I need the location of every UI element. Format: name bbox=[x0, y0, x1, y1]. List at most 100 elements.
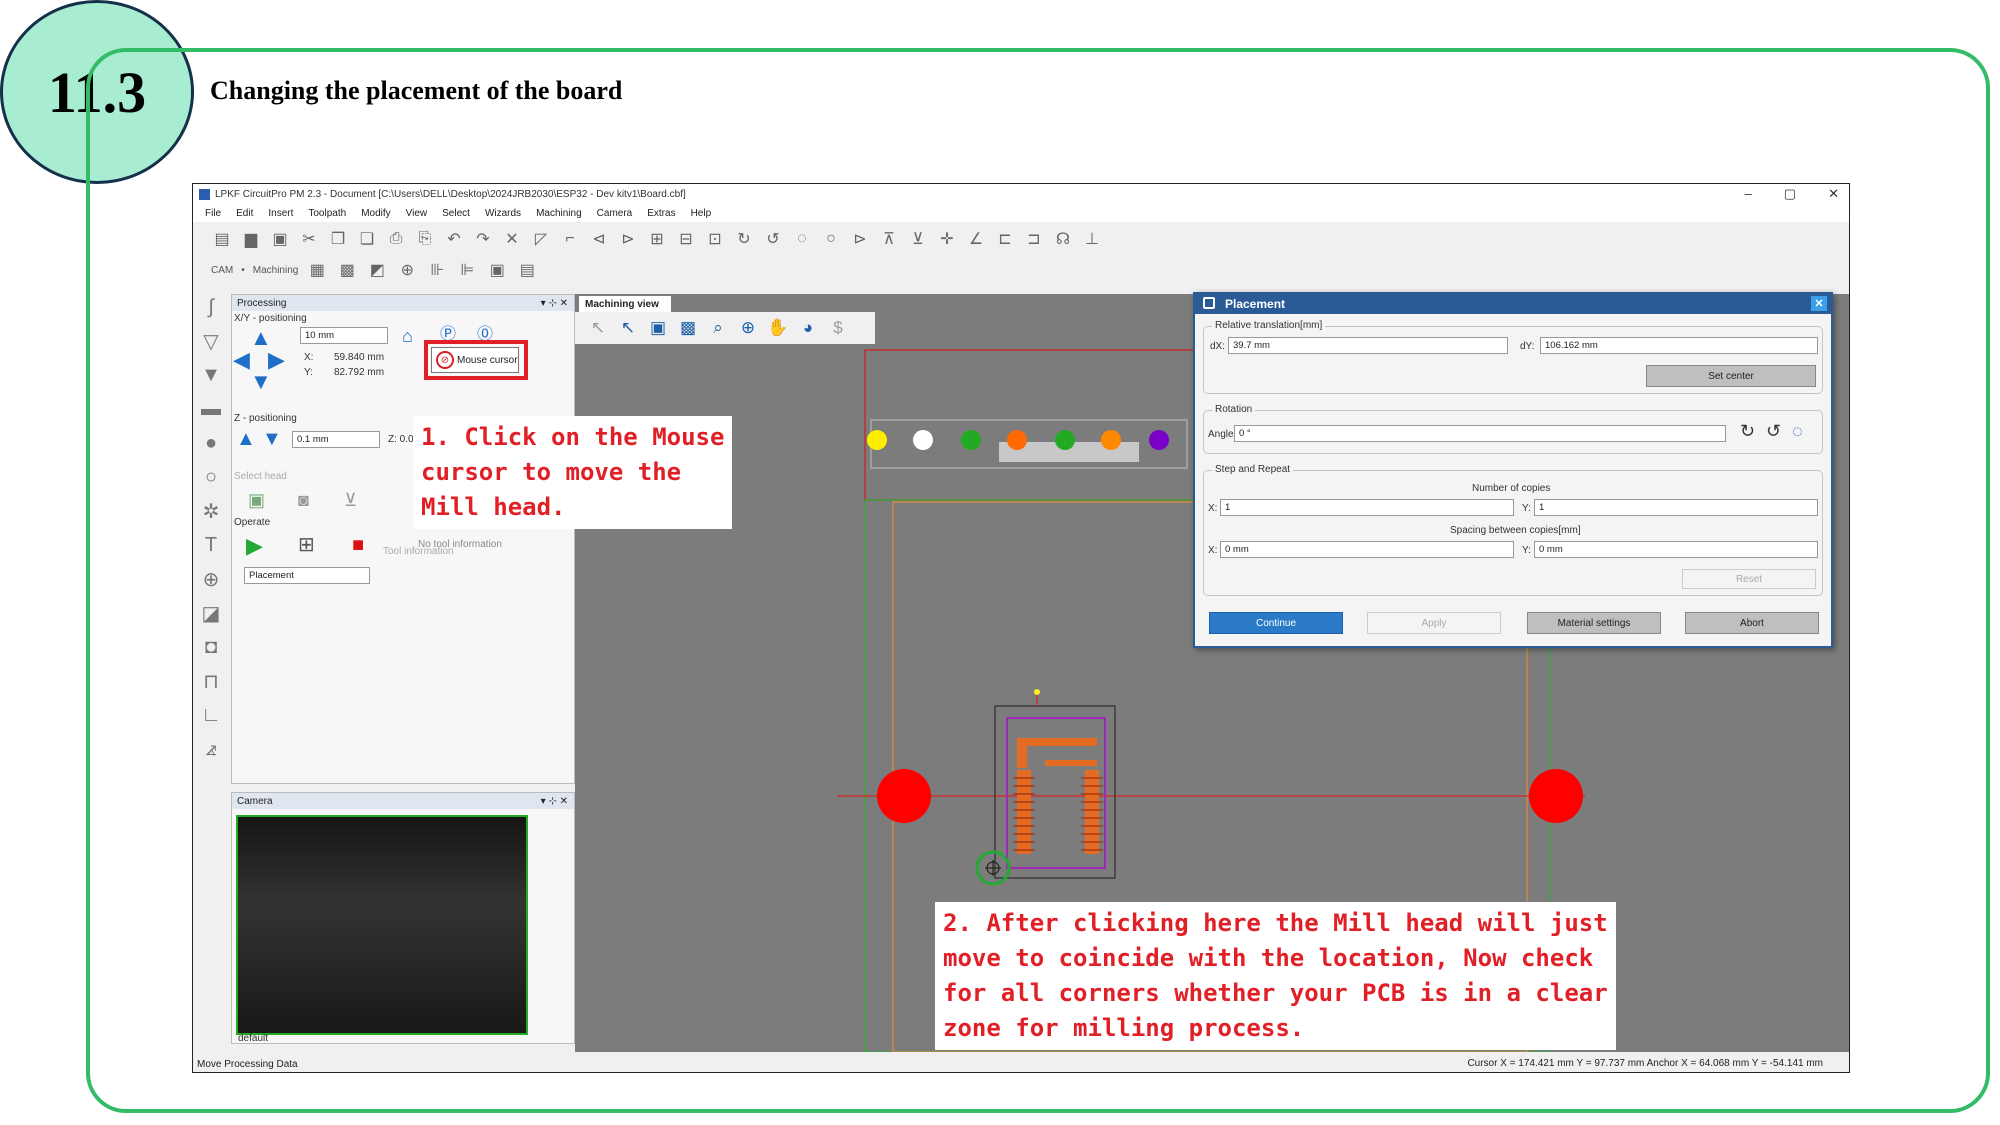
rotate-180-button-icon[interactable]: ◌ bbox=[1792, 421, 1803, 442]
rectangle-tool-icon[interactable]: ▬ bbox=[198, 396, 224, 422]
redo-icon[interactable]: ↷ bbox=[472, 229, 494, 249]
z-step-input[interactable]: 0.1 mm bbox=[292, 431, 380, 448]
reset-button[interactable]: Reset bbox=[1682, 569, 1816, 589]
delete-icon[interactable]: ✕ bbox=[501, 229, 523, 249]
group-icon[interactable]: ⊡ bbox=[704, 229, 726, 249]
menu-view[interactable]: View bbox=[406, 208, 428, 219]
machining-phase-icon[interactable]: ▦ bbox=[306, 260, 328, 280]
mouse-cursor-button[interactable]: ⊘ Mouse cursor bbox=[431, 347, 519, 373]
copies-x-input[interactable]: 1 bbox=[1220, 499, 1514, 516]
menu-modify[interactable]: Modify bbox=[361, 208, 390, 219]
measure-tool-icon[interactable]: ⦨ bbox=[198, 736, 224, 762]
start-icon[interactable]: ▶ bbox=[246, 535, 263, 557]
z-up-icon[interactable]: ▲ bbox=[236, 429, 256, 449]
star-tool-icon[interactable]: ✲ bbox=[198, 498, 224, 524]
copies-y-input[interactable]: 1 bbox=[1534, 499, 1818, 516]
dimension-icon[interactable]: ⊏ bbox=[994, 229, 1016, 249]
panel-controls[interactable]: ▾ ⊹ ✕ bbox=[541, 298, 568, 309]
tool-library-icon[interactable]: ⊫ bbox=[456, 260, 478, 280]
camera-panel-controls[interactable]: ▾ ⊹ ✕ bbox=[541, 796, 568, 807]
maximize-button[interactable]: ▢ bbox=[1784, 186, 1796, 202]
move-down-icon[interactable]: ▼ bbox=[250, 371, 272, 393]
text-tool-icon[interactable]: T bbox=[198, 532, 224, 558]
stop-icon[interactable]: ■ bbox=[352, 535, 364, 555]
mark-icon[interactable]: ⊼ bbox=[878, 229, 900, 249]
print-icon[interactable]: ⎘ bbox=[414, 229, 436, 249]
print-preview-icon[interactable]: ⎙ bbox=[385, 229, 407, 249]
menu-camera[interactable]: Camera bbox=[597, 208, 633, 219]
menu-help[interactable]: Help bbox=[691, 208, 712, 219]
menu-extras[interactable]: Extras bbox=[647, 208, 675, 219]
filled-polygon-icon[interactable]: ▼ bbox=[198, 362, 224, 388]
step-icon[interactable]: ⊞ bbox=[298, 535, 315, 555]
minimize-button[interactable]: – bbox=[1745, 186, 1752, 202]
dx-input[interactable]: 39.7 mm bbox=[1228, 337, 1508, 354]
spacing-x-input[interactable]: 0 mm bbox=[1220, 541, 1514, 558]
dialog-close-icon[interactable]: ✕ bbox=[1811, 296, 1827, 311]
measure-icon[interactable]: ∠ bbox=[965, 229, 987, 249]
isolation-icon[interactable]: ◩ bbox=[366, 260, 388, 280]
magazine-tool-icon[interactable]: ⊓ bbox=[198, 668, 224, 694]
menu-toolpath[interactable]: Toolpath bbox=[308, 208, 346, 219]
board-icon[interactable]: ▤ bbox=[516, 260, 538, 280]
layer-icon[interactable]: ▩ bbox=[336, 260, 358, 280]
home-icon[interactable]: ⌂ bbox=[402, 327, 413, 345]
cam-label[interactable]: CAM bbox=[211, 265, 233, 276]
mill-tool-icon[interactable]: ◪ bbox=[198, 600, 224, 626]
rotate-cw-icon[interactable]: ↻ bbox=[733, 229, 755, 249]
rotate-cw-button-icon[interactable]: ↻ bbox=[1740, 421, 1755, 442]
align-icon[interactable]: ⊞ bbox=[646, 229, 668, 249]
machining-label[interactable]: Machining bbox=[253, 265, 299, 276]
apply-button[interactable]: Apply bbox=[1367, 612, 1501, 634]
flip-icon[interactable]: ⊳ bbox=[617, 229, 639, 249]
undo-icon[interactable]: ↶ bbox=[443, 229, 465, 249]
dy-input[interactable]: 106.162 mm bbox=[1540, 337, 1818, 354]
fiducial-tool-icon[interactable]: ⊕ bbox=[198, 566, 224, 592]
z-down-icon[interactable]: ▼ bbox=[262, 429, 282, 449]
menu-wizards[interactable]: Wizards bbox=[485, 208, 521, 219]
move-left-icon[interactable]: ◀ bbox=[233, 349, 250, 371]
set-center-button[interactable]: Set center bbox=[1646, 365, 1816, 387]
angle-tool-icon[interactable]: ∟ bbox=[198, 702, 224, 728]
send-icon[interactable]: ⊳ bbox=[849, 229, 871, 249]
dimension-alt-icon[interactable]: ⊐ bbox=[1023, 229, 1045, 249]
close-button[interactable]: ✕ bbox=[1828, 186, 1839, 202]
camera-tool-icon[interactable]: ◘ bbox=[198, 634, 224, 660]
save-icon[interactable]: ▣ bbox=[269, 229, 291, 249]
xy-step-input[interactable]: 10 mm bbox=[300, 327, 388, 344]
polygon-tool-icon[interactable]: ▽ bbox=[198, 328, 224, 354]
move-right-icon[interactable]: ▶ bbox=[268, 349, 285, 371]
fiducial-icon[interactable]: ⊕ bbox=[396, 260, 418, 280]
corner-tool-icon[interactable]: ⌐ bbox=[559, 229, 581, 249]
camera-head-icon[interactable]: ◙ bbox=[298, 491, 309, 509]
distribute-icon[interactable]: ⊟ bbox=[675, 229, 697, 249]
menu-file[interactable]: File bbox=[205, 208, 221, 219]
open-folder-icon[interactable]: ▆ bbox=[240, 229, 262, 249]
rotate-ccw-icon[interactable]: ↺ bbox=[762, 229, 784, 249]
tool-head-icon[interactable]: ⊻ bbox=[344, 491, 357, 509]
menu-edit[interactable]: Edit bbox=[236, 208, 253, 219]
move-icon[interactable]: ✛ bbox=[936, 229, 958, 249]
menu-select[interactable]: Select bbox=[442, 208, 470, 219]
new-file-icon[interactable]: ▤ bbox=[211, 229, 233, 249]
angle-input[interactable]: 0 ° bbox=[1234, 425, 1726, 442]
paste-icon[interactable]: ❏ bbox=[356, 229, 378, 249]
circle-tool-icon[interactable]: ○ bbox=[198, 464, 224, 490]
rotate-icon[interactable]: ◌ bbox=[791, 229, 813, 249]
operate-select[interactable]: Placement bbox=[244, 567, 370, 584]
move-up-icon[interactable]: ▲ bbox=[250, 327, 272, 349]
rotate-ccw-button-icon[interactable]: ↺ bbox=[1766, 421, 1781, 442]
probe-icon[interactable]: ⊻ bbox=[907, 229, 929, 249]
label-icon[interactable]: ☊ bbox=[1052, 229, 1074, 249]
copy-icon[interactable]: ❐ bbox=[327, 229, 349, 249]
menu-machining[interactable]: Machining bbox=[536, 208, 582, 219]
continue-button[interactable]: Continue bbox=[1209, 612, 1343, 634]
curve-tool-icon[interactable]: ∫ bbox=[198, 294, 224, 320]
mill-head-icon[interactable]: ▣ bbox=[248, 491, 265, 509]
spacing-y-input[interactable]: 0 mm bbox=[1534, 541, 1818, 558]
material-settings-button[interactable]: Material settings bbox=[1527, 612, 1661, 634]
filled-circle-icon[interactable]: ● bbox=[198, 430, 224, 456]
camera-view-icon[interactable]: ▣ bbox=[486, 260, 508, 280]
cut-icon[interactable]: ✂ bbox=[298, 229, 320, 249]
menu-insert[interactable]: Insert bbox=[268, 208, 293, 219]
